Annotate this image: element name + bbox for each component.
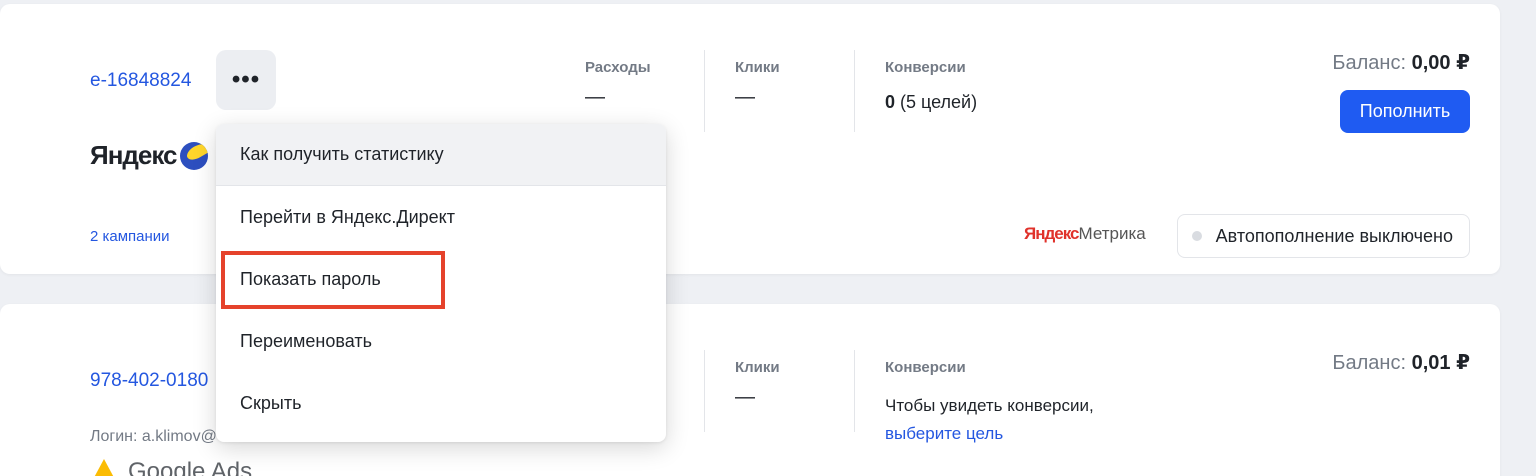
more-options-button[interactable]: ••• (216, 50, 276, 110)
account-login: Логин: a.klimov@ (90, 428, 217, 445)
stat-conversions: Конверсии Чтобы увидеть конверсии, выбер… (885, 359, 1094, 448)
yandex-logo-text: Яндекс (90, 140, 177, 170)
google-ads-logo-text: Google Ads (128, 458, 253, 476)
balance-label: Баланс: (1332, 52, 1412, 74)
balance-value: 0,00 ₽ (1411, 52, 1470, 74)
account-options-menu: Как получить статистику Перейти в Яндекс… (216, 124, 666, 442)
stat-expenses-value: — (585, 86, 605, 108)
campaigns-link[interactable]: 2 кампании (90, 228, 170, 245)
conversions-goals: (5 целей) (895, 92, 978, 112)
stat-divider (854, 350, 855, 432)
google-ads-logo: Google Ads (90, 458, 252, 476)
stat-clicks: Клики — (735, 59, 780, 109)
balance-label: Баланс: (1332, 352, 1412, 374)
stat-clicks-value: — (735, 86, 755, 108)
stat-divider (704, 50, 705, 132)
menu-item-rename[interactable]: Переименовать (216, 310, 666, 372)
autopay-status-dot-icon (1191, 231, 1202, 241)
stat-conversions-label: Конверсии (885, 59, 966, 76)
stat-divider (704, 350, 705, 432)
stat-clicks-value: — (735, 386, 755, 408)
metrika-logo-ya: Яндекс (1024, 224, 1079, 243)
balance: Баланс: 0,01 ₽ (1332, 350, 1470, 375)
account-id-link[interactable]: e-16848824 (90, 70, 191, 92)
stat-clicks-label: Клики (735, 359, 780, 376)
stat-expenses: Расходы — (585, 59, 651, 109)
yandex-logo: Яндекс (90, 140, 208, 171)
stat-divider (854, 50, 855, 132)
stat-conversions-label: Конверсии (885, 359, 966, 376)
topup-button[interactable]: Пополнить (1340, 90, 1470, 133)
select-goal-link[interactable]: выберите цель (885, 424, 1003, 443)
metrika-logo-text: Метрика (1078, 224, 1146, 243)
stat-conversions-value: 0 (5 целей) (885, 92, 977, 113)
menu-item-hide[interactable]: Скрыть (216, 372, 666, 434)
conversions-hint-block: Чтобы увидеть конверсии, выберите цель (885, 392, 1094, 448)
menu-item-get-stats[interactable]: Как получить статистику (216, 124, 666, 186)
account-id-link[interactable]: 978-402-0180 (90, 370, 208, 392)
stat-clicks-label: Клики (735, 59, 780, 76)
stat-clicks: Клики — (735, 359, 780, 409)
menu-item-show-password[interactable]: Показать пароль (216, 248, 666, 310)
more-icon: ••• (231, 66, 261, 93)
autopay-toggle[interactable]: Автопополнение выключено (1176, 214, 1470, 258)
google-ads-icon (90, 459, 118, 476)
yandex-direct-icon (179, 141, 208, 170)
yandex-metrika-logo: ЯндексМетрика (1024, 224, 1146, 244)
conversions-count: 0 (885, 92, 896, 112)
conversions-hint: Чтобы увидеть конверсии, (885, 396, 1094, 415)
autopay-label: Автопополнение выключено (1215, 225, 1453, 246)
stat-expenses-label: Расходы (585, 59, 651, 76)
balance: Баланс: 0,00 ₽ (1332, 50, 1470, 75)
menu-item-go-to-direct[interactable]: Перейти в Яндекс.Директ (216, 186, 666, 248)
stat-conversions: Конверсии 0 (5 целей) (885, 59, 977, 113)
balance-value: 0,01 ₽ (1411, 352, 1470, 374)
